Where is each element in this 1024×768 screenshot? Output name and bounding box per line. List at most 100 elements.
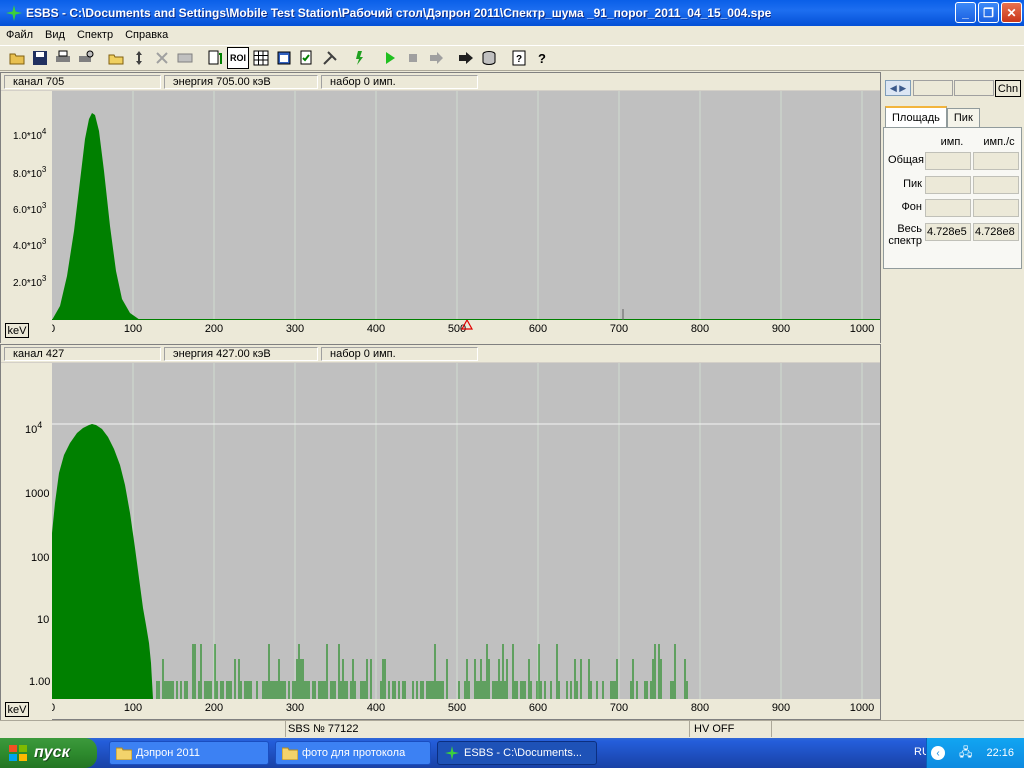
x-tick-label: 600 — [529, 702, 547, 714]
folder-icon — [116, 747, 132, 760]
energy-field: энергия 427.00 кэВ — [164, 346, 318, 361]
x-tick-label: 700 — [610, 323, 628, 335]
x-tick-label: 200 — [205, 323, 223, 335]
tray-expand-icon[interactable]: ‹ — [931, 746, 945, 760]
row-label-whole-spectrum: Весь спектр — [888, 223, 922, 247]
system-tray: ‹ 🖧 22:16 — [926, 738, 1024, 768]
total-counts-field — [925, 152, 971, 170]
table-icon[interactable] — [250, 47, 272, 69]
print-icon[interactable] — [52, 47, 74, 69]
tools-icon[interactable] — [319, 47, 341, 69]
counts-field: набор 0 имп. — [321, 346, 478, 361]
stop-icon[interactable] — [402, 47, 424, 69]
print-setup-icon[interactable] — [75, 47, 97, 69]
menu-spectrum[interactable]: Спектр — [71, 29, 119, 41]
y-tick-label: 1.0*104 — [13, 127, 47, 142]
chn-button[interactable]: Chn — [995, 80, 1021, 97]
maximize-button[interactable]: ❐ — [978, 2, 999, 23]
open-folder-icon[interactable] — [6, 47, 28, 69]
start-button[interactable]: пуск — [0, 738, 97, 768]
menu-view[interactable]: Вид — [39, 29, 71, 41]
checklist-icon[interactable] — [296, 47, 318, 69]
top-plot-area[interactable] — [52, 91, 880, 320]
network-icon[interactable]: 🖧 — [959, 743, 972, 764]
window-title: ESBS - C:\Documents and Settings\Mobile … — [26, 6, 772, 20]
bottom-unit-button[interactable]: keV — [5, 702, 29, 717]
y-tick-label: 1.00 — [29, 676, 50, 688]
x-tick-label: 300 — [286, 323, 304, 335]
x-tick-label: 900 — [772, 323, 790, 335]
x-tick-label: 200 — [205, 702, 223, 714]
task-esbs[interactable]: ESBS - C:\Documents... — [437, 741, 597, 765]
database-icon[interactable] — [478, 47, 500, 69]
start-label: пуск — [34, 744, 70, 761]
calendar-icon[interactable] — [273, 47, 295, 69]
hv-status: HV OFF — [690, 721, 772, 737]
step-icon[interactable] — [425, 47, 447, 69]
open-file-icon[interactable] — [105, 47, 127, 69]
taskbar: пуск Дэпрон 2011 фото для протокола ESBS… — [0, 738, 1024, 768]
peak-rate-field — [973, 176, 1019, 194]
x-tick-label: 500 — [448, 702, 466, 714]
svg-text:?: ? — [538, 51, 546, 66]
x-tick-label: 400 — [367, 323, 385, 335]
top-x-axis: 0 100 200 300 400 500 600 700 800 900 10… — [49, 318, 880, 344]
total-rate-field — [973, 152, 1019, 170]
task-photo-folder[interactable]: фото для протокола — [275, 741, 431, 765]
row-label-peak: Пик — [903, 178, 922, 190]
y-tick-label: 1000 — [25, 488, 49, 500]
bottom-plot-area[interactable] — [52, 363, 880, 699]
save-icon[interactable] — [29, 47, 51, 69]
whole-spectrum-rate-field: 4.728e8 — [973, 223, 1019, 241]
energy-field: энергия 705.00 кэВ — [164, 74, 318, 89]
x-tick-label: 100 — [124, 702, 142, 714]
menu-bar: Файл Вид Спектр Справка — [0, 26, 1024, 44]
bottom-spectrum-peak — [52, 424, 153, 699]
keyboard-icon[interactable] — [174, 47, 196, 69]
help-book-icon[interactable]: ? — [508, 47, 530, 69]
bottom-x-axis: 0 100 200 300 400 500 600 700 800 900 10… — [49, 699, 880, 719]
menu-file[interactable]: Файл — [0, 29, 39, 41]
close-button[interactable]: ✕ — [1001, 2, 1022, 23]
minimize-button[interactable]: _ — [955, 2, 976, 23]
roi-label: ROI — [229, 53, 246, 63]
swap-icon[interactable] — [128, 47, 150, 69]
task-deprn-folder[interactable]: Дэпрон 2011 — [109, 741, 269, 765]
prev-next-arrows-icon[interactable]: ◀ ▶ — [885, 80, 911, 96]
document-edit-icon[interactable] — [204, 47, 226, 69]
y-tick-label: 8.0*103 — [13, 165, 47, 180]
top-unit-button[interactable]: keV — [5, 323, 29, 338]
channel-field: канал 705 — [4, 74, 161, 89]
roi-button[interactable]: ROI — [227, 47, 249, 69]
bottom-info-bar: канал 427 энергия 427.00 кэВ набор 0 имп… — [1, 345, 880, 362]
bottom-spectrum-chart — [52, 363, 880, 699]
delete-icon[interactable] — [151, 47, 173, 69]
channel-input-1[interactable] — [913, 80, 953, 96]
export-arrow-icon[interactable] — [455, 47, 477, 69]
top-grid — [132, 91, 863, 320]
peak-info-pane: ◀ ▶ Chn Площадь Пик имп. имп./с Общая Пи… — [881, 72, 1024, 720]
play-icon[interactable] — [379, 47, 401, 69]
channel-field: канал 427 — [4, 346, 161, 361]
top-info-bar: канал 705 энергия 705.00 кэВ набор 0 имп… — [1, 73, 880, 90]
x-tick-label: 1000 — [850, 323, 874, 335]
top-y-tick-labels: 1.0*104 8.0*103 6.0*103 4.0*103 2.0*103 — [13, 127, 47, 289]
whats-this-icon[interactable]: ? — [531, 47, 553, 69]
menu-help[interactable]: Справка — [119, 29, 174, 41]
toolbar: ROI ? ? — [0, 45, 1024, 71]
log-spectrum-panel: канал 427 энергия 427.00 кэВ набор 0 имп… — [0, 344, 881, 721]
calibrate-icon[interactable] — [349, 47, 371, 69]
x-tick-label: 400 — [367, 702, 385, 714]
title-bar[interactable]: ESBS - C:\Documents and Settings\Mobile … — [0, 0, 1024, 26]
x-tick-label: 800 — [691, 702, 709, 714]
tab-area[interactable]: Площадь — [885, 106, 947, 127]
x-tick-label: 1000 — [850, 702, 874, 714]
x-tick-label: 0 — [52, 702, 55, 714]
clock: 22:16 — [986, 747, 1014, 759]
background-rate-field — [973, 199, 1019, 217]
tab-peak[interactable]: Пик — [946, 108, 980, 127]
channel-input-2[interactable] — [954, 80, 994, 96]
app-icon — [445, 746, 459, 760]
x-tick-label: 100 — [124, 323, 142, 335]
x-tick-label: 700 — [610, 702, 628, 714]
